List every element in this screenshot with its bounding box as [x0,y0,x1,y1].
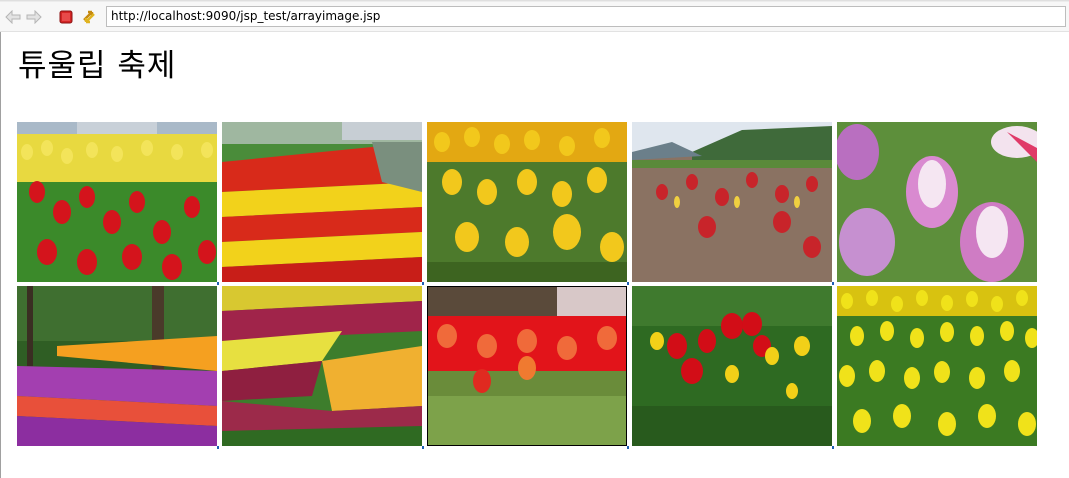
tulip-photo-9[interactable] [632,286,832,446]
page-left-border [0,32,1,478]
tulip-photo-5[interactable] [837,122,1037,282]
link-underline-mark [422,282,424,285]
tulip-photo-8[interactable] [427,286,627,446]
stop-icon[interactable] [57,8,75,26]
back-arrow-icon[interactable] [4,8,22,26]
page-title: 튜울립 축제 [18,48,177,84]
tulip-photo-10[interactable] [837,286,1037,446]
refresh-icon[interactable] [80,8,98,26]
link-underline-mark [217,282,219,285]
forward-arrow-icon[interactable] [25,8,43,26]
browser-toolbar: http://localhost:9090/jsp_test/arrayimag… [0,0,1069,32]
tulip-gallery [17,122,1037,446]
link-underline-mark [832,282,834,285]
address-bar[interactable]: http://localhost:9090/jsp_test/arrayimag… [106,6,1066,27]
tulip-photo-3[interactable] [427,122,627,282]
tulip-photo-6[interactable] [17,286,217,446]
link-underline-mark [627,446,629,449]
tulip-photo-7[interactable] [222,286,422,446]
link-underline-mark [422,446,424,449]
tulip-photo-1[interactable] [17,122,217,282]
toolbar-top-edge [0,0,1069,2]
link-underline-mark [217,446,219,449]
tulip-photo-4[interactable] [632,122,832,282]
link-underline-mark [832,446,834,449]
link-underline-mark [627,282,629,285]
tulip-photo-2[interactable] [222,122,422,282]
